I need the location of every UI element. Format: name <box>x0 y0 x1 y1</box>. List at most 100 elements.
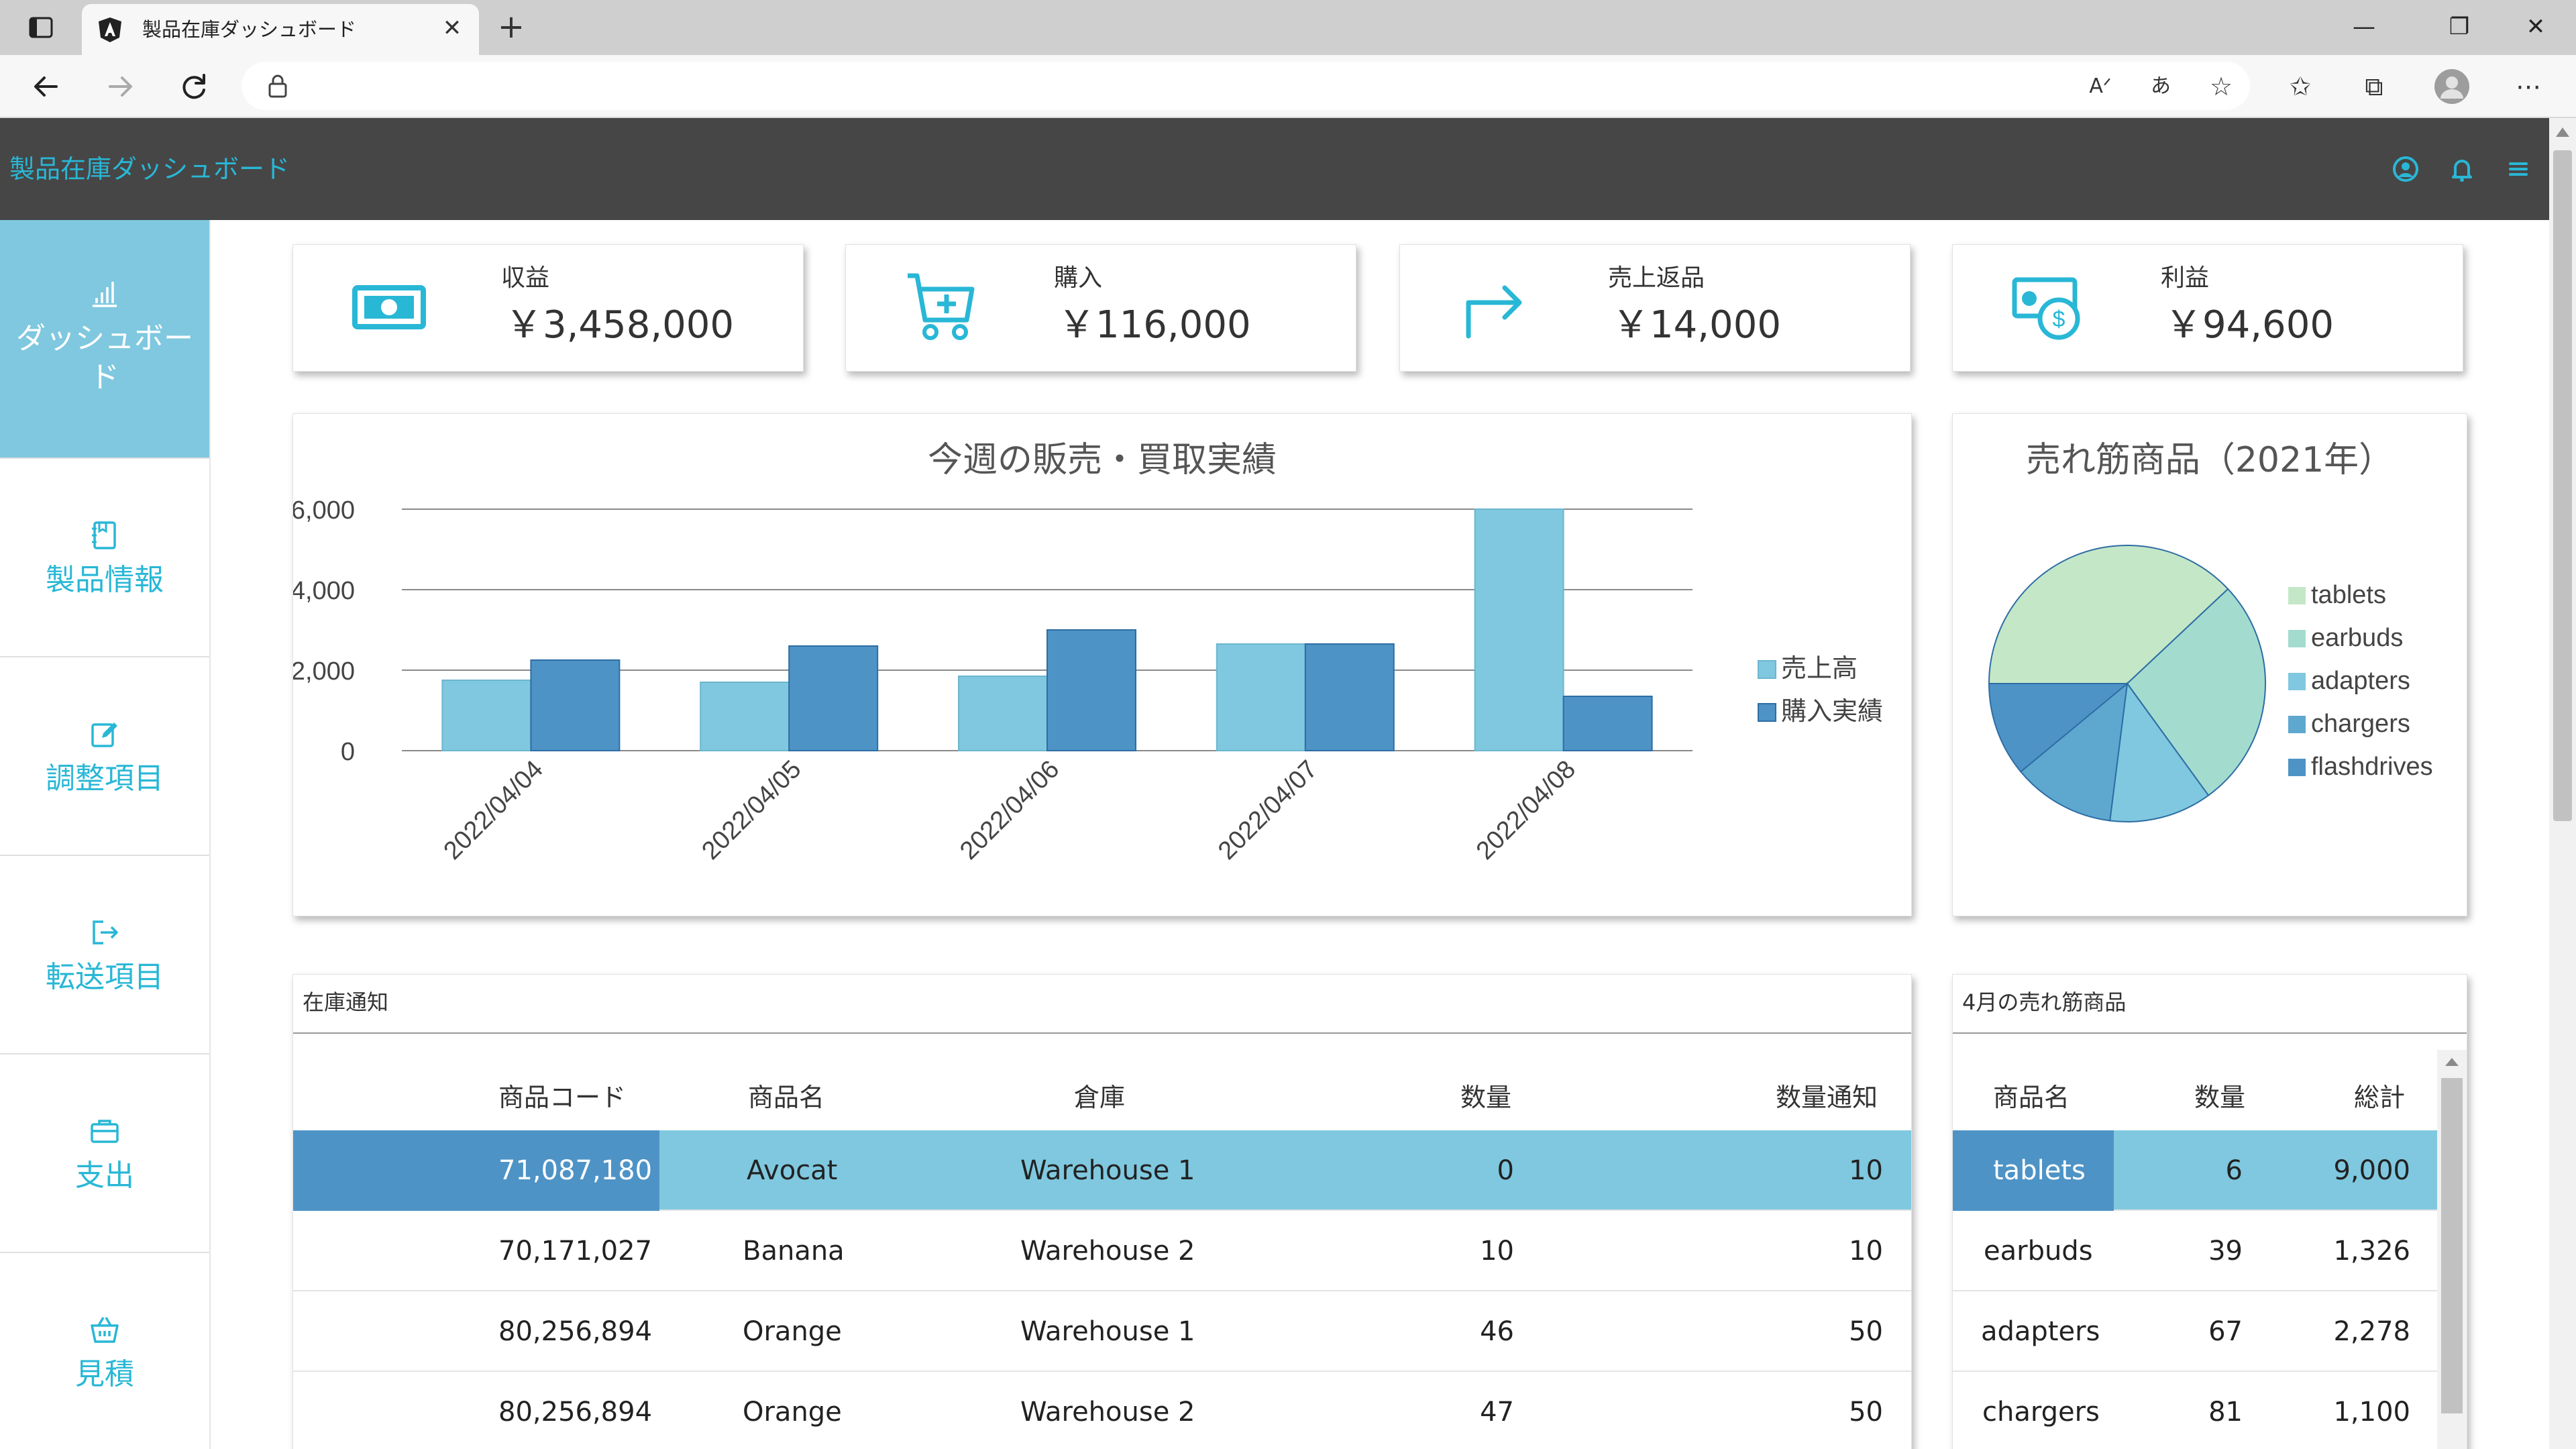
cell-code[interactable]: 70,171,027 <box>498 1211 652 1291</box>
legend-swatch <box>2288 587 2306 604</box>
inventory-grid-panel: 在庫通知 商品コード 商品名 倉庫 数量 数量通知 71,087,180 Avo… <box>292 974 1912 1449</box>
column-header[interactable]: 商品名 <box>748 1077 824 1114</box>
return-arrow-icon <box>1466 285 1522 339</box>
cell-qty[interactable]: 6 <box>2226 1130 2243 1211</box>
cell-total[interactable]: 2,278 <box>2333 1291 2410 1372</box>
back-icon[interactable] <box>25 66 67 107</box>
forward-icon[interactable] <box>99 66 141 107</box>
app-title[interactable]: 製品在庫ダッシュボード <box>9 150 290 188</box>
cell-product[interactable]: adapters <box>1981 1291 2100 1372</box>
table-row[interactable]: earbuds 39 1,326 <box>1953 1211 2437 1291</box>
sidebar-item-product-info[interactable]: 製品情報 <box>0 460 209 657</box>
sidebar-item-quotes[interactable]: 見積 <box>0 1254 209 1449</box>
account-icon[interactable] <box>2390 153 2422 185</box>
cell-qty[interactable]: 47 <box>1480 1372 1514 1449</box>
cell-name[interactable]: Banana <box>743 1211 845 1291</box>
favorites-icon[interactable]: ✩ <box>2281 67 2320 106</box>
menu-icon[interactable] <box>2502 153 2534 185</box>
sidebar-item-adjustments[interactable]: 調整項目 <box>0 659 209 856</box>
column-header[interactable]: 数量 <box>1460 1077 1511 1114</box>
kpi-value: ￥116,000 <box>1058 303 1251 347</box>
cell-qty-notify[interactable]: 10 <box>1849 1130 1883 1211</box>
column-header[interactable]: 数量 <box>2194 1077 2245 1114</box>
new-tab-button[interactable]: + <box>492 9 530 47</box>
notification-bell-icon[interactable] <box>2446 153 2478 185</box>
bar-purchase <box>1562 696 1653 751</box>
table-row[interactable]: adapters 67 2,278 <box>1953 1291 2437 1372</box>
scroll-thumb[interactable] <box>2553 150 2572 821</box>
cell-name[interactable]: Orange <box>743 1372 842 1449</box>
cell-qty[interactable]: 39 <box>2208 1211 2243 1291</box>
table-row-selected[interactable]: 71,087,180 Avocat Warehouse 1 0 10 <box>293 1130 1911 1211</box>
cell-total[interactable]: 9,000 <box>2333 1130 2410 1211</box>
close-tab-icon[interactable]: ✕ <box>437 13 467 43</box>
sidebar-item-dashboard[interactable]: ダッシュボード <box>0 220 209 459</box>
grid-scrollbar[interactable] <box>2437 1050 2467 1449</box>
table-row-selected[interactable]: tablets 6 9,000 <box>1953 1130 2437 1211</box>
page-scrollbar[interactable] <box>2549 118 2576 1449</box>
x-tick-label: 2022/04/07 <box>1213 755 1323 865</box>
column-header[interactable]: 倉庫 <box>1074 1077 1125 1114</box>
scroll-up-icon[interactable] <box>2445 1058 2459 1066</box>
cell-qty[interactable]: 10 <box>1480 1211 1514 1291</box>
cell-name[interactable]: Avocat <box>747 1130 837 1211</box>
cell-total[interactable]: 1,326 <box>2333 1211 2410 1291</box>
grid-divider <box>1953 1032 2467 1034</box>
column-header[interactable]: 数量通知 <box>1776 1077 1878 1114</box>
browser-tab[interactable]: 製品在庫ダッシュボード ✕ <box>82 4 479 55</box>
cell-name[interactable]: Orange <box>743 1291 842 1372</box>
close-window-icon[interactable]: ✕ <box>2509 7 2563 47</box>
cell-qty-notify[interactable]: 50 <box>1849 1372 1883 1449</box>
cell-warehouse[interactable]: Warehouse 1 <box>1020 1291 1195 1372</box>
cell-qty[interactable]: 81 <box>2208 1372 2243 1449</box>
add-favorite-icon[interactable]: ☆ <box>2202 67 2241 106</box>
tab-actions-icon[interactable] <box>27 13 55 42</box>
legend-swatch <box>2288 759 2306 776</box>
cell-product[interactable]: earbuds <box>1984 1211 2093 1291</box>
cell-qty-notify[interactable]: 50 <box>1849 1291 1883 1372</box>
minimize-icon[interactable]: — <box>2337 7 2391 47</box>
cell-code[interactable]: 71,087,180 <box>498 1130 652 1211</box>
column-header[interactable]: 商品コード <box>498 1077 626 1114</box>
cell-warehouse[interactable]: Warehouse 2 <box>1020 1372 1195 1449</box>
cell-total[interactable]: 1,100 <box>2333 1372 2410 1449</box>
cell-code[interactable]: 80,256,894 <box>498 1291 652 1372</box>
reload-icon[interactable] <box>173 66 215 107</box>
cell-product[interactable]: chargers <box>1982 1372 2100 1449</box>
grid-scroll-thumb[interactable] <box>2441 1078 2463 1413</box>
table-row[interactable]: chargers 81 1,100 <box>1953 1372 2437 1449</box>
cell-warehouse[interactable]: Warehouse 2 <box>1020 1211 1195 1291</box>
translate-icon[interactable]: あ <box>2141 67 2180 106</box>
table-row[interactable]: 80,256,894 Orange Warehouse 2 47 50 <box>293 1372 1911 1449</box>
cell-qty[interactable]: 46 <box>1480 1291 1514 1372</box>
cell-qty[interactable]: 0 <box>1497 1130 1514 1211</box>
legend-swatch <box>2288 630 2306 647</box>
sidebar-item-expenses[interactable]: 支出 <box>0 1056 209 1253</box>
cell-qty-notify[interactable]: 10 <box>1849 1211 1883 1291</box>
table-row[interactable]: 70,171,027 Banana Warehouse 2 10 10 <box>293 1211 1911 1291</box>
cell-qty[interactable]: 67 <box>2208 1291 2243 1372</box>
edit-icon <box>91 722 117 747</box>
column-header[interactable]: 商品名 <box>1993 1077 2070 1114</box>
column-header[interactable]: 総計 <box>2354 1077 2405 1114</box>
collections-icon[interactable]: ⧉ <box>2355 67 2394 106</box>
profile-avatar-icon[interactable] <box>2432 67 2471 106</box>
table-row[interactable]: 80,256,894 Orange Warehouse 1 46 50 <box>293 1291 1911 1372</box>
bar-sales <box>1474 508 1564 751</box>
bar-purchase <box>530 659 621 751</box>
svg-text:$: $ <box>2053 307 2065 332</box>
scroll-up-icon[interactable] <box>2556 127 2569 137</box>
read-aloud-icon[interactable]: Aᐟ <box>2081 67 2120 106</box>
maximize-icon[interactable]: ❐ <box>2432 7 2486 47</box>
more-options-icon[interactable]: ⋯ <box>2509 67 2548 106</box>
y-tick-label: 6,000 <box>293 496 355 525</box>
cell-code[interactable]: 80,256,894 <box>498 1372 652 1449</box>
kpi-label: 利益 <box>2161 264 2210 292</box>
cell-warehouse[interactable]: Warehouse 1 <box>1020 1130 1195 1211</box>
sidebar-item-transfers[interactable]: 転送項目 <box>0 857 209 1055</box>
legend-label: 購入実績 <box>1781 698 1883 726</box>
legend-label: chargers <box>2311 710 2410 738</box>
cell-product[interactable]: tablets <box>1993 1130 2086 1211</box>
bar-chart: 0 2,000 4,000 6,000 2022/04/04 2022/04/05 2022… <box>293 496 1883 865</box>
address-bar[interactable] <box>241 62 2250 110</box>
